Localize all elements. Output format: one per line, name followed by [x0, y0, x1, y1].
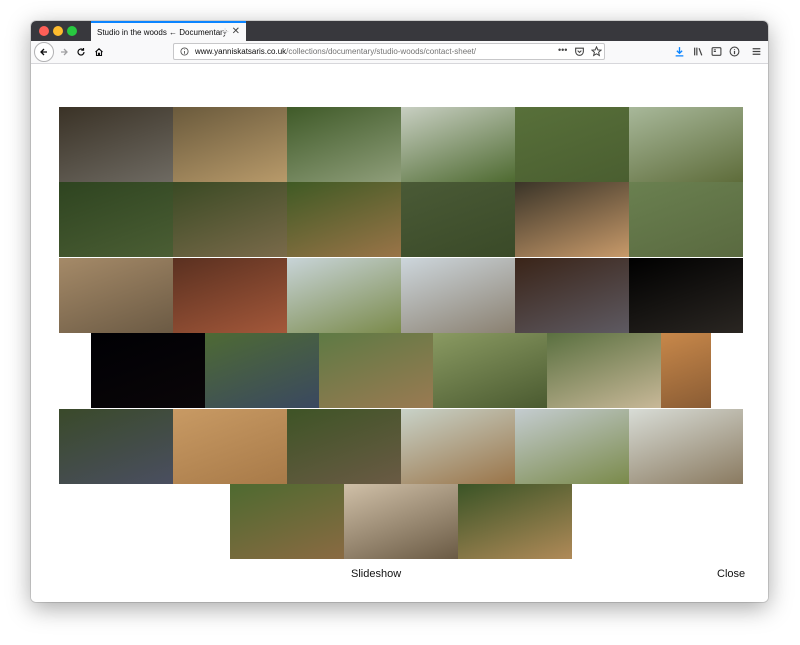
tab-close-icon[interactable]: ✕: [232, 27, 240, 37]
photo-thumbnail[interactable]: [173, 258, 287, 333]
menu-icon[interactable]: [751, 46, 762, 57]
page-actions-button[interactable]: •••: [558, 45, 567, 55]
photo-thumbnail[interactable]: [515, 409, 629, 484]
title-bar: Studio in the woods ← Documentary ✕ +: [31, 21, 768, 41]
photo-thumbnail[interactable]: [59, 182, 173, 257]
reload-icon: [77, 48, 85, 56]
photo-thumbnail[interactable]: [629, 409, 743, 484]
info-icon: [180, 47, 189, 56]
photo-thumbnail[interactable]: [91, 333, 205, 408]
url-domain: www.yanniskatsaris.co.uk: [195, 47, 287, 56]
photo-thumbnail[interactable]: [173, 182, 287, 257]
photo-thumbnail[interactable]: [401, 107, 515, 182]
photo-thumbnail[interactable]: [661, 333, 711, 408]
tab-title: Studio in the woods ← Documentary: [97, 27, 227, 37]
photo-thumbnail[interactable]: [344, 484, 458, 559]
home-icon: [95, 48, 103, 57]
slideshow-button[interactable]: Slideshow: [351, 568, 401, 580]
reload-button[interactable]: [71, 42, 91, 62]
photo-thumbnail[interactable]: [287, 107, 401, 182]
photo-thumbnail[interactable]: [319, 333, 433, 408]
photo-thumbnail[interactable]: [173, 409, 287, 484]
photo-thumbnail[interactable]: [629, 258, 743, 333]
library-icon[interactable]: [693, 46, 704, 57]
photo-thumbnail[interactable]: [401, 258, 515, 333]
new-tab-button[interactable]: +: [221, 23, 229, 39]
photo-thumbnail[interactable]: [629, 107, 743, 182]
forward-arrow-icon: [61, 48, 68, 56]
page-content: Slideshow Close: [31, 64, 768, 602]
photo-thumbnail[interactable]: [515, 107, 629, 182]
photo-thumbnail[interactable]: [173, 107, 287, 182]
back-button[interactable]: [34, 42, 54, 62]
sidebar-icon[interactable]: [711, 46, 722, 57]
photo-thumbnail[interactable]: [433, 333, 547, 408]
close-button[interactable]: Close: [717, 568, 745, 580]
browser-window: Studio in the woods ← Documentary ✕ + ww…: [31, 21, 768, 602]
photo-thumbnail[interactable]: [59, 409, 173, 484]
bookmark-star-icon[interactable]: [591, 46, 602, 57]
photo-thumbnail[interactable]: [287, 409, 401, 484]
photo-thumbnail[interactable]: [515, 258, 629, 333]
photo-thumbnail[interactable]: [230, 484, 344, 559]
photo-thumbnail[interactable]: [547, 333, 661, 408]
photo-thumbnail[interactable]: [205, 333, 319, 408]
url-bar[interactable]: www.yanniskatsaris.co.uk/collections/doc…: [173, 43, 605, 60]
window-maximize-button[interactable]: [67, 26, 77, 36]
photo-thumbnail[interactable]: [515, 182, 629, 257]
photo-thumbnail[interactable]: [401, 409, 515, 484]
photo-thumbnail[interactable]: [401, 182, 515, 257]
photo-thumbnail[interactable]: [287, 182, 401, 257]
navigation-toolbar: www.yanniskatsaris.co.uk/collections/doc…: [31, 41, 768, 64]
window-close-button[interactable]: [39, 26, 49, 36]
contact-sheet-grid: [31, 64, 768, 559]
account-info-icon[interactable]: [729, 46, 740, 57]
pocket-icon[interactable]: [574, 46, 585, 57]
home-button[interactable]: [89, 42, 109, 62]
photo-thumbnail[interactable]: [287, 258, 401, 333]
photo-thumbnail[interactable]: [59, 107, 173, 182]
photo-thumbnail[interactable]: [59, 258, 173, 333]
download-icon[interactable]: [674, 46, 685, 57]
window-minimize-button[interactable]: [53, 26, 63, 36]
photo-thumbnail[interactable]: [458, 484, 572, 559]
back-arrow-icon: [40, 48, 47, 56]
url-text: www.yanniskatsaris.co.uk/collections/doc…: [195, 47, 476, 56]
url-path: /collections/documentary/studio-woods/co…: [286, 47, 477, 56]
photo-thumbnail[interactable]: [629, 182, 743, 257]
